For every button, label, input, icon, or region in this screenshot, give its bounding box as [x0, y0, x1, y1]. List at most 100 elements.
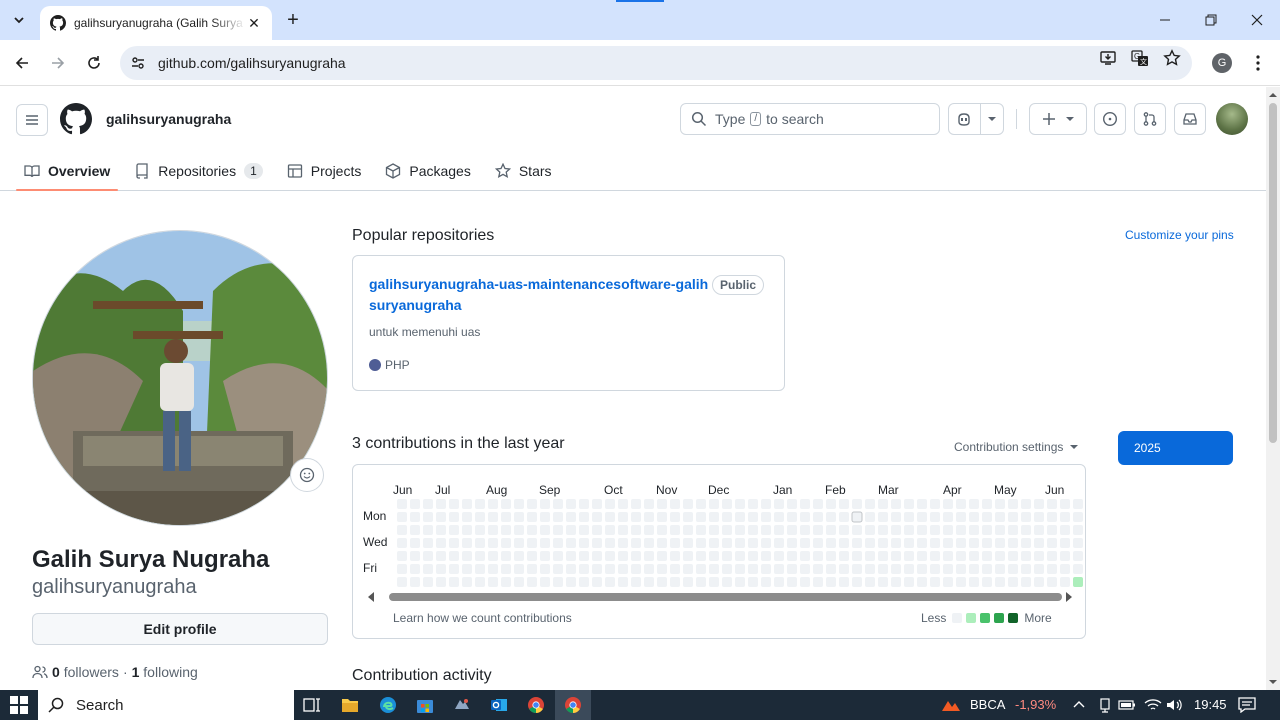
- microsoft-store-icon[interactable]: [414, 694, 436, 716]
- contribution-day-cell[interactable]: [943, 525, 953, 535]
- contribution-day-cell[interactable]: [397, 538, 407, 548]
- contribution-day-cell[interactable]: [436, 564, 446, 574]
- contribution-day-cell[interactable]: [501, 577, 511, 587]
- contribution-day-cell[interactable]: [1034, 538, 1044, 548]
- contribution-day-cell[interactable]: [722, 499, 732, 509]
- contribution-day-cell[interactable]: [995, 564, 1005, 574]
- contribution-day-cell[interactable]: [722, 577, 732, 587]
- edit-profile-button[interactable]: Edit profile: [32, 613, 328, 645]
- contribution-day-cell[interactable]: [618, 577, 628, 587]
- contribution-day-cell[interactable]: [930, 577, 940, 587]
- contribution-day-cell[interactable]: [488, 577, 498, 587]
- contribution-day-cell[interactable]: [540, 577, 550, 587]
- contribution-day-cell[interactable]: [930, 538, 940, 548]
- contribution-day-cell[interactable]: [839, 564, 849, 574]
- contribution-day-cell[interactable]: [735, 525, 745, 535]
- contribution-day-cell[interactable]: [826, 564, 836, 574]
- contribution-day-cell[interactable]: [813, 577, 823, 587]
- contribution-day-cell[interactable]: [956, 551, 966, 561]
- contribution-day-cell[interactable]: [943, 512, 953, 522]
- contribution-day-cell[interactable]: [501, 551, 511, 561]
- following-link[interactable]: 1 following: [132, 664, 198, 680]
- contribution-day-cell[interactable]: [644, 525, 654, 535]
- contribution-day-cell[interactable]: [787, 577, 797, 587]
- contribution-day-cell[interactable]: [566, 551, 576, 561]
- contribution-day-cell[interactable]: [514, 499, 524, 509]
- contribution-day-cell[interactable]: [592, 577, 602, 587]
- contribution-day-cell[interactable]: [1047, 499, 1057, 509]
- contribution-day-cell[interactable]: [683, 499, 693, 509]
- contribution-day-cell[interactable]: [800, 577, 810, 587]
- contribution-day-cell[interactable]: [839, 512, 849, 522]
- contribution-day-cell[interactable]: [501, 499, 511, 509]
- site-info-icon[interactable]: [130, 55, 146, 71]
- contribution-day-cell[interactable]: [462, 525, 472, 535]
- contribution-day-cell[interactable]: [436, 512, 446, 522]
- contribution-day-cell[interactable]: [852, 564, 862, 574]
- contribution-day-cell[interactable]: [1034, 499, 1044, 509]
- forward-arrow-icon[interactable]: [46, 51, 70, 75]
- contribution-day-cell[interactable]: [722, 564, 732, 574]
- contribution-day-cell[interactable]: [423, 564, 433, 574]
- contribution-day-cell[interactable]: [592, 564, 602, 574]
- contribution-day-cell[interactable]: [943, 538, 953, 548]
- contribution-day-cell[interactable]: [709, 499, 719, 509]
- github-logo-icon[interactable]: [60, 103, 92, 135]
- contribution-day-cell[interactable]: [826, 577, 836, 587]
- contribution-day-cell[interactable]: [475, 577, 485, 587]
- contribution-day-cell[interactable]: [1021, 551, 1031, 561]
- contribution-day-cell[interactable]: [579, 577, 589, 587]
- contribution-day-cell[interactable]: [995, 512, 1005, 522]
- contribution-day-cell[interactable]: [475, 499, 485, 509]
- contribution-day-cell[interactable]: [878, 577, 888, 587]
- minimize-icon[interactable]: [1142, 0, 1188, 40]
- contribution-day-cell[interactable]: [1034, 551, 1044, 561]
- contribution-day-cell[interactable]: [631, 512, 641, 522]
- contribution-day-cell[interactable]: [540, 525, 550, 535]
- contribution-day-cell[interactable]: [397, 577, 407, 587]
- pull-requests-button[interactable]: [1134, 103, 1166, 135]
- issues-button[interactable]: [1094, 103, 1126, 135]
- windows-start-icon[interactable]: [8, 694, 30, 716]
- contribution-day-cell[interactable]: [904, 564, 914, 574]
- contribution-day-cell[interactable]: [462, 499, 472, 509]
- contribution-day-cell[interactable]: [735, 499, 745, 509]
- contribution-day-cell[interactable]: [956, 538, 966, 548]
- contribution-day-cell[interactable]: [605, 525, 615, 535]
- contribution-day-cell[interactable]: [1008, 499, 1018, 509]
- chrome-active-icon[interactable]: [562, 694, 584, 716]
- contribution-day-cell[interactable]: [501, 564, 511, 574]
- contribution-day-cell[interactable]: [1073, 525, 1083, 535]
- contribution-day-cell[interactable]: [683, 512, 693, 522]
- contribution-day-cell[interactable]: [540, 538, 550, 548]
- contribution-day-cell[interactable]: [540, 551, 550, 561]
- contribution-day-cell[interactable]: [813, 538, 823, 548]
- contribution-day-cell[interactable]: [748, 512, 758, 522]
- contribution-day-cell[interactable]: [618, 525, 628, 535]
- contribution-day-cell[interactable]: [787, 551, 797, 561]
- contribution-day-cell[interactable]: [917, 577, 927, 587]
- contribution-day-cell[interactable]: [592, 538, 602, 548]
- contribution-day-cell[interactable]: [982, 564, 992, 574]
- contribution-day-cell[interactable]: [462, 551, 472, 561]
- contribution-day-cell[interactable]: [891, 499, 901, 509]
- contribution-day-cell[interactable]: [488, 499, 498, 509]
- contribution-day-cell[interactable]: [839, 538, 849, 548]
- contribution-day-cell[interactable]: [475, 564, 485, 574]
- tab-overview[interactable]: Overview: [16, 151, 119, 191]
- contribution-day-cell[interactable]: [579, 499, 589, 509]
- contribution-day-cell[interactable]: [449, 538, 459, 548]
- customize-pins-link[interactable]: Customize your pins: [1125, 228, 1234, 242]
- contribution-day-cell[interactable]: [605, 577, 615, 587]
- contribution-day-cell[interactable]: [1008, 551, 1018, 561]
- contribution-day-cell[interactable]: [449, 525, 459, 535]
- contribution-day-cell[interactable]: [774, 538, 784, 548]
- contribution-day-cell[interactable]: [618, 551, 628, 561]
- contribution-day-cell[interactable]: [644, 538, 654, 548]
- contribution-day-cell[interactable]: [917, 551, 927, 561]
- contribution-day-cell[interactable]: [410, 538, 420, 548]
- contribution-day-cell[interactable]: [605, 564, 615, 574]
- contribution-day-cell[interactable]: [709, 525, 719, 535]
- contribution-day-cell[interactable]: [891, 538, 901, 548]
- contribution-day-cell[interactable]: [800, 512, 810, 522]
